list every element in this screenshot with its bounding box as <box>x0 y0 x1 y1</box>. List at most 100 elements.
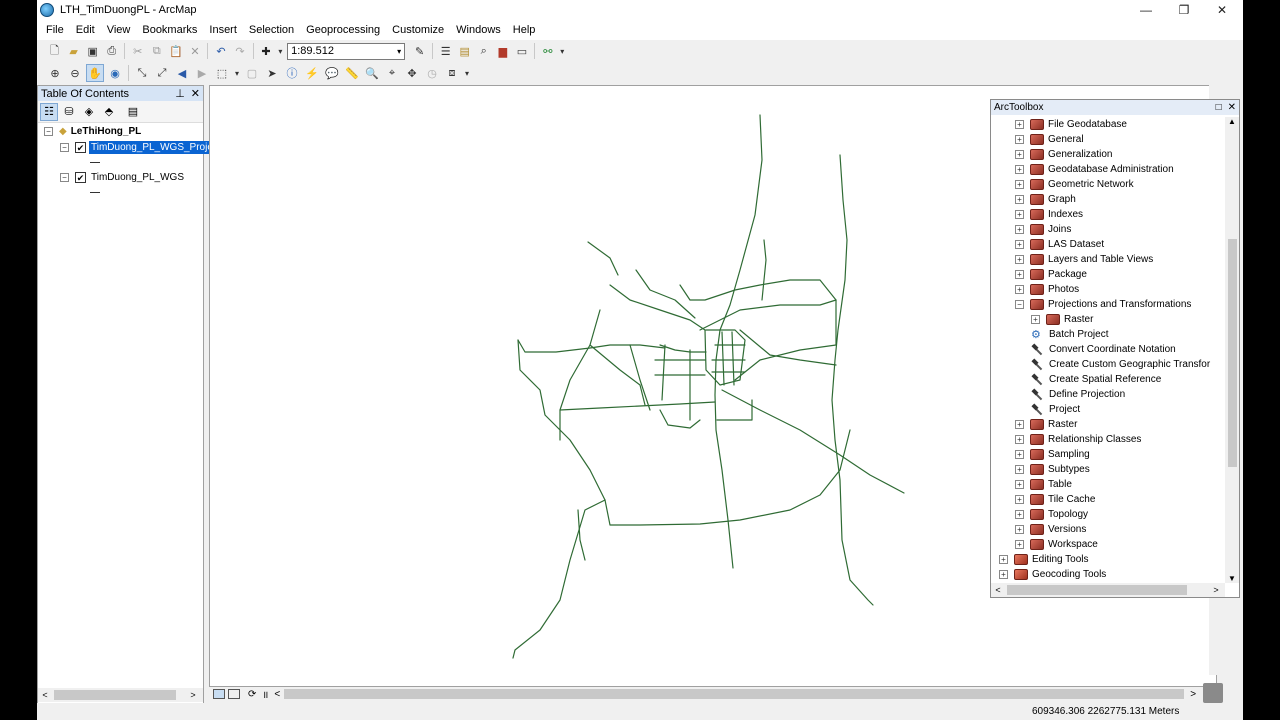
toolbox-item[interactable]: + LAS Dataset <box>1015 237 1104 252</box>
list-by-visibility-icon[interactable]: ◈ <box>80 103 98 121</box>
go-to-xy-icon[interactable]: ✥ <box>403 64 421 82</box>
copy-icon[interactable]: ⧉ <box>148 42 165 60</box>
toolbox-item[interactable]: Create Spatial Reference <box>1031 372 1161 387</box>
layer-row-projected[interactable]: − ✔ TimDuong_PL_WGS_Proje <box>60 141 215 154</box>
menu-insert[interactable]: Insert <box>203 24 243 36</box>
toolbox-item[interactable]: + Graph <box>1015 192 1076 207</box>
find-route-icon[interactable]: ⌖ <box>383 64 401 82</box>
expand-icon[interactable]: + <box>1015 435 1024 444</box>
menu-selection[interactable]: Selection <box>243 24 300 36</box>
toolbox-item[interactable]: + Package <box>1015 267 1087 282</box>
expand-icon[interactable]: + <box>1031 315 1040 324</box>
toolbox-item[interactable]: − Projections and Transformations <box>1015 297 1191 312</box>
scroll-right-icon[interactable]: > <box>1209 585 1223 595</box>
redo-icon[interactable]: ↷ <box>231 42 248 60</box>
toolbox-item[interactable]: + Raster <box>1031 312 1093 327</box>
collapse-icon[interactable]: − <box>44 127 53 136</box>
layout-view-icon[interactable] <box>228 689 240 699</box>
go-forward-icon[interactable]: ▶ <box>193 64 211 82</box>
data-frame-row[interactable]: − ◆ LeThiHong_PL <box>44 126 141 137</box>
toolbox-item[interactable]: + Generalization <box>1015 147 1112 162</box>
toc-horizontal-scrollbar[interactable]: < > <box>38 688 203 702</box>
go-back-icon[interactable]: ◀ <box>173 64 191 82</box>
find-icon[interactable]: 🔍 <box>363 64 381 82</box>
clear-selection-icon[interactable]: ▢ <box>243 64 261 82</box>
expand-icon[interactable]: + <box>1015 540 1024 549</box>
print-icon[interactable]: ⎙ <box>103 42 120 60</box>
full-extent-icon[interactable]: ◉ <box>106 64 124 82</box>
select-elements-icon[interactable]: ➤ <box>263 64 281 82</box>
close-icon[interactable]: ✕ <box>1228 102 1236 113</box>
measure-icon[interactable]: 📏 <box>343 64 361 82</box>
map-scale-combobox[interactable]: 1:89.512 ▾ <box>287 42 406 60</box>
catalog-window-icon[interactable]: ▤ <box>456 42 473 60</box>
refresh-icon[interactable]: ⟳ <box>248 689 256 700</box>
scroll-right-icon[interactable]: > <box>186 690 200 700</box>
minimize-button[interactable]: — <box>1127 0 1165 20</box>
layer-visibility-checkbox[interactable]: ✔ <box>75 172 86 183</box>
toolbox-horizontal-scrollbar[interactable]: < > <box>991 583 1225 597</box>
save-icon[interactable]: ▣ <box>84 42 101 60</box>
add-data-dropdown-icon[interactable]: ▾ <box>277 42 285 60</box>
toolbox-item[interactable]: + Geocoding Tools <box>999 567 1106 582</box>
new-document-icon[interactable]: 🗋 <box>46 42 63 60</box>
menu-file[interactable]: File <box>37 24 70 36</box>
list-by-source-icon[interactable]: ⛁ <box>60 103 78 121</box>
expand-icon[interactable]: + <box>999 570 1008 579</box>
toolbox-item[interactable]: + File Geodatabase <box>1015 117 1127 132</box>
open-folder-icon[interactable]: ▰ <box>65 42 82 60</box>
expand-icon[interactable]: + <box>1015 465 1024 474</box>
chevron-down-icon[interactable]: ▾ <box>397 47 401 56</box>
modelbuilder-icon[interactable]: ⚯ <box>539 42 556 60</box>
toolbox-item[interactable]: + Sampling <box>1015 447 1090 462</box>
toolbox-item[interactable]: ⚙ Batch Project <box>1031 327 1108 342</box>
toolbox-item[interactable]: + Table <box>1015 477 1072 492</box>
toolbox-item[interactable]: + Geometric Network <box>1015 177 1134 192</box>
menu-help[interactable]: Help <box>507 24 542 36</box>
expand-icon[interactable]: + <box>1015 420 1024 429</box>
toolbox-item[interactable]: + Geodatabase Administration <box>1015 162 1174 177</box>
list-by-selection-icon[interactable]: ⬘ <box>100 103 118 121</box>
paste-icon[interactable]: 📋 <box>167 42 184 60</box>
scroll-left-icon[interactable]: < <box>274 689 280 700</box>
fixed-zoom-out-icon[interactable]: ⤢ <box>153 64 171 82</box>
pin-icon[interactable]: ⊥ <box>175 87 185 100</box>
maximize-icon[interactable]: □ <box>1216 102 1222 113</box>
identify-icon[interactable]: ⓘ <box>283 64 301 82</box>
toolbar-options-icon[interactable]: ▾ <box>558 42 566 60</box>
undo-icon[interactable]: ↶ <box>212 42 229 60</box>
menu-customize[interactable]: Customize <box>386 24 450 36</box>
expand-icon[interactable]: + <box>1015 285 1024 294</box>
expand-icon[interactable]: + <box>1015 255 1024 264</box>
scroll-left-icon[interactable]: < <box>38 690 52 700</box>
collapse-icon[interactable]: − <box>60 173 69 182</box>
menu-geoprocessing[interactable]: Geoprocessing <box>300 24 386 36</box>
expand-icon[interactable]: + <box>999 555 1008 564</box>
toolbox-item[interactable]: + Joins <box>1015 222 1071 237</box>
html-popup-icon[interactable]: 💬 <box>323 64 341 82</box>
add-data-icon[interactable]: ✚ <box>257 42 274 60</box>
select-features-icon[interactable]: ⬚ <box>213 64 231 82</box>
list-by-drawing-order-icon[interactable]: ☷ <box>40 102 58 121</box>
expand-icon[interactable]: + <box>1015 225 1024 234</box>
layer-row-wgs[interactable]: − ✔ TimDuong_PL_WGS <box>60 171 186 184</box>
menu-edit[interactable]: Edit <box>70 24 101 36</box>
cut-icon[interactable]: ✂ <box>129 42 146 60</box>
scroll-thumb[interactable] <box>1227 239 1237 467</box>
expand-icon[interactable]: + <box>1015 135 1024 144</box>
options-icon[interactable]: ▤ <box>124 103 142 121</box>
layer-name[interactable]: TimDuong_PL_WGS <box>89 171 186 184</box>
scroll-down-icon[interactable]: ▼ <box>1228 574 1236 583</box>
expand-icon[interactable]: + <box>1015 450 1024 459</box>
toolbox-item[interactable]: + Indexes <box>1015 207 1083 222</box>
toolbox-item[interactable]: + Tile Cache <box>1015 492 1095 507</box>
expand-icon[interactable]: + <box>1015 180 1024 189</box>
expand-icon[interactable]: + <box>1015 165 1024 174</box>
map-horizontal-scrollbar[interactable] <box>284 689 1185 699</box>
toolbox-item[interactable]: + Raster <box>1015 417 1077 432</box>
collapse-icon[interactable]: − <box>60 143 69 152</box>
close-button[interactable]: ✕ <box>1203 0 1241 20</box>
zoom-in-icon[interactable]: ⊕ <box>46 64 64 82</box>
expand-icon[interactable]: + <box>1015 525 1024 534</box>
expand-icon[interactable]: + <box>1015 210 1024 219</box>
